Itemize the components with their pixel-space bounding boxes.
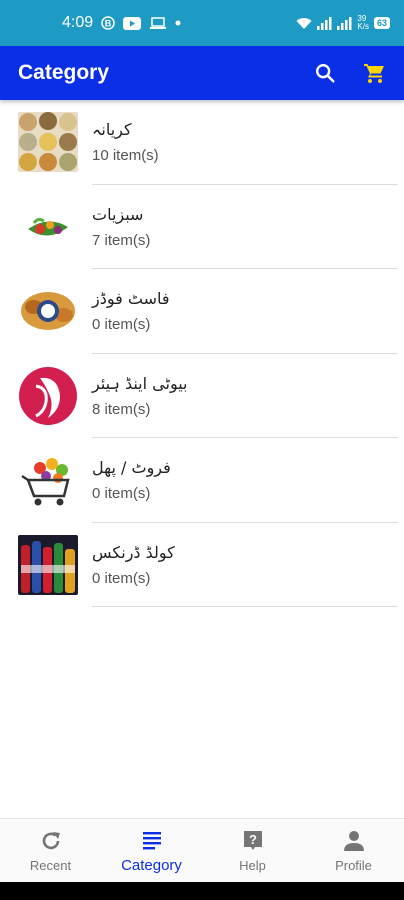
- nav-help-label: Help: [239, 858, 266, 873]
- youtube-icon: [123, 16, 142, 30]
- category-image-fruits: [18, 450, 78, 511]
- category-image-beauty-hair: [18, 365, 78, 426]
- category-count: 8 item(s): [92, 400, 151, 418]
- app-bar: Category: [0, 46, 404, 100]
- status-time: 4:09: [62, 14, 94, 31]
- search-button[interactable]: [312, 60, 338, 86]
- page-title: Category: [18, 61, 110, 84]
- refresh-icon: [38, 828, 64, 854]
- category-text: سبزیات 7 item(s): [92, 205, 150, 249]
- svg-text:B: B: [105, 19, 112, 29]
- search-icon: [316, 64, 335, 83]
- category-count: 10 item(s): [92, 147, 159, 165]
- bottom-nav: Recent Category ? Help Profile: [0, 818, 404, 882]
- category-count: 0 item(s): [92, 316, 151, 334]
- nav-category-label: Category: [121, 857, 182, 874]
- laptop-icon: [149, 16, 167, 30]
- category-list: کریانہ 10 item(s) سبزیات 7 item(s) فاسٹ …: [0, 100, 404, 607]
- app-bar-actions: [312, 60, 388, 86]
- nav-profile-label: Profile: [335, 858, 372, 873]
- category-text: کریانہ 10 item(s): [92, 120, 159, 164]
- signal-icon: [317, 16, 332, 30]
- category-count: 0 item(s): [92, 569, 151, 587]
- cart-icon: [364, 64, 384, 83]
- category-name: فروٹ / پھل: [92, 458, 171, 478]
- category-item-grocery[interactable]: کریانہ 10 item(s): [0, 100, 404, 185]
- nav-help[interactable]: ? Help: [202, 819, 303, 882]
- category-item-fruits[interactable]: فروٹ / پھل 0 item(s): [0, 438, 404, 523]
- signal-icon-2: [337, 16, 352, 30]
- category-name: کریانہ: [92, 120, 132, 140]
- category-image-fast-food: [18, 281, 78, 342]
- category-text: فاسٹ فوڈز 0 item(s): [92, 289, 170, 333]
- category-image-vegetables: [18, 196, 78, 257]
- nav-recent-label: Recent: [29, 858, 72, 873]
- category-text: بیوٹی اینڈ ہیئر 8 item(s): [92, 374, 188, 418]
- category-name: فاسٹ فوڈز: [92, 289, 170, 309]
- divider: [92, 606, 398, 607]
- system-gesture-bar: [0, 882, 404, 900]
- svg-text:?: ?: [249, 832, 257, 847]
- person-icon: [341, 828, 367, 854]
- category-name: سبزیات: [92, 204, 144, 224]
- battery-icon: 63: [373, 17, 390, 29]
- category-image-grocery: [18, 112, 78, 173]
- category-text: کولڈ ڈرنکس 0 item(s): [92, 543, 175, 587]
- category-name: کولڈ ڈرنکس: [92, 542, 175, 562]
- category-item-cold-drinks[interactable]: کولڈ ڈرنکس 0 item(s): [0, 523, 404, 607]
- cart-button[interactable]: [362, 60, 388, 86]
- category-count: 7 item(s): [92, 231, 151, 249]
- category-name: بیوٹی اینڈ ہیئر: [92, 373, 188, 393]
- nav-category[interactable]: Category: [101, 819, 202, 882]
- category-text: فروٹ / پھل 0 item(s): [92, 458, 171, 502]
- wifi-icon: [296, 17, 312, 30]
- net-speed-unit: K/s: [357, 22, 369, 31]
- list-icon: [139, 827, 165, 853]
- help-icon: ?: [240, 828, 266, 854]
- dot-icon: [175, 20, 181, 26]
- net-speed: 39 K/s: [357, 15, 369, 31]
- b-badge-icon: B: [101, 16, 115, 30]
- category-item-fast-food[interactable]: فاسٹ فوڈز 0 item(s): [0, 269, 404, 354]
- category-image-cold-drinks: [18, 534, 78, 595]
- nav-profile[interactable]: Profile: [303, 819, 404, 882]
- nav-recent[interactable]: Recent: [0, 819, 101, 882]
- status-right: 39 K/s 63: [296, 15, 390, 31]
- category-count: 0 item(s): [92, 485, 151, 503]
- category-item-vegetables[interactable]: سبزیات 7 item(s): [0, 185, 404, 269]
- category-item-beauty-hair[interactable]: بیوٹی اینڈ ہیئر 8 item(s): [0, 354, 404, 438]
- status-left: 4:09 B: [62, 14, 181, 32]
- status-bar: 4:09 B 39 K/s 63: [0, 0, 404, 46]
